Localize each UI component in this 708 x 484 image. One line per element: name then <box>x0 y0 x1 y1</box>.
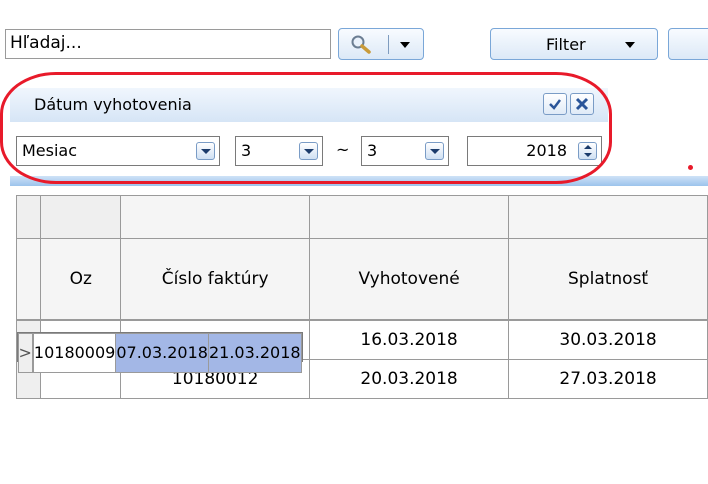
table-row[interactable]: > 10180009 07.03.2018 21.03.2018 <box>16 331 303 373</box>
extra-button[interactable] <box>668 28 708 60</box>
header-row: Oz Číslo faktúry Vyhotovené Splatnosť <box>15 238 708 320</box>
filter-button-label: Filter <box>546 35 586 54</box>
filter-cell[interactable] <box>120 195 311 239</box>
search-input[interactable]: Hľadaj... <box>5 29 331 59</box>
highlight-annotation <box>0 72 612 184</box>
search-icon <box>351 35 371 54</box>
search-button[interactable] <box>338 28 424 60</box>
table-cell-issued[interactable]: 16.03.2018 <box>309 320 510 360</box>
filter-row <box>15 195 708 239</box>
chevron-down-icon <box>625 42 635 48</box>
filter-cell <box>15 195 42 239</box>
invoice-table: Oz Číslo faktúry Vyhotovené Splatnosť > … <box>15 195 708 399</box>
filter-cell[interactable] <box>40 195 122 239</box>
column-header <box>15 238 42 320</box>
filter-button[interactable]: Filter <box>490 28 658 60</box>
row-indicator-icon: > <box>18 343 32 362</box>
table-cell-due[interactable]: 30.03.2018 <box>508 320 708 360</box>
table-cell-invoice-number[interactable]: 10180009 <box>32 332 117 373</box>
filter-cell[interactable] <box>309 195 510 239</box>
table-cell-issued[interactable]: 07.03.2018 <box>115 332 209 373</box>
table-cell-due[interactable]: 27.03.2018 <box>508 359 708 399</box>
separator <box>388 35 389 54</box>
annotation-dot <box>688 165 693 170</box>
column-header-oz[interactable]: Oz <box>40 238 122 320</box>
filter-cell[interactable] <box>508 195 708 239</box>
column-header-issued[interactable]: Vyhotovené <box>309 238 510 320</box>
column-header-invoice-number[interactable]: Číslo faktúry <box>120 238 311 320</box>
table-cell-due[interactable]: 21.03.2018 <box>207 332 302 373</box>
row-indicator: > <box>17 332 33 373</box>
table-cell-issued[interactable]: 20.03.2018 <box>309 359 510 399</box>
column-header-due[interactable]: Splatnosť <box>508 238 708 320</box>
chevron-down-icon <box>400 42 410 48</box>
